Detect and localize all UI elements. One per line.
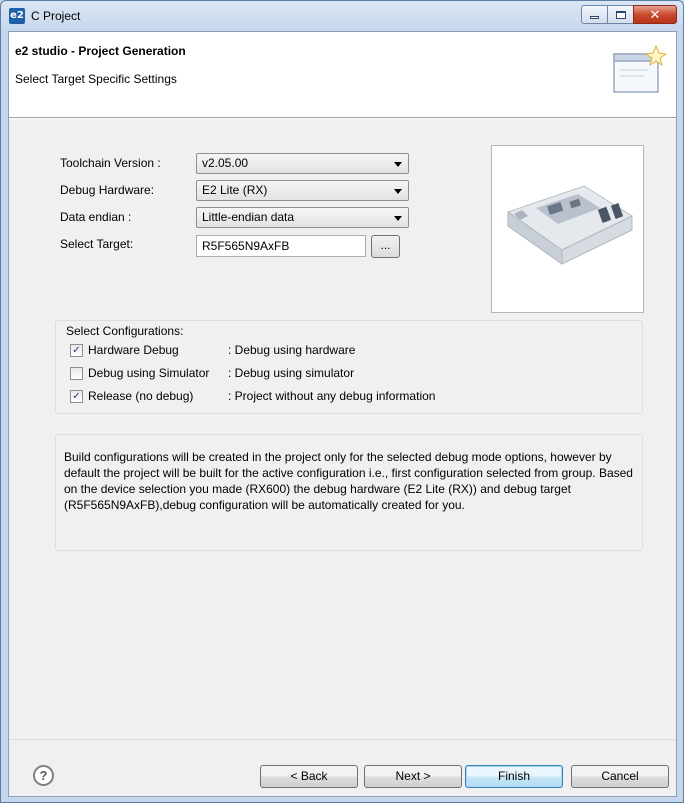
- chevron-down-icon: [394, 216, 402, 221]
- wizard-banner-icon: [613, 44, 668, 93]
- toolchain-version-label: Toolchain Version :: [60, 156, 161, 170]
- maximize-icon: [615, 10, 626, 19]
- dialog-client: e2 studio - Project Generation Select Ta…: [8, 31, 677, 797]
- select-target-label: Select Target:: [60, 237, 134, 251]
- wizard-title: e2 studio - Project Generation: [15, 44, 186, 58]
- data-endian-value: Little-endian data: [202, 210, 295, 224]
- hardware-debug-description: : Debug using hardware: [228, 343, 356, 357]
- data-endian-label: Data endian :: [60, 210, 132, 224]
- app-icon: e2: [9, 8, 25, 24]
- hardware-debug-label: Hardware Debug: [88, 343, 179, 357]
- hardware-debug-checkbox[interactable]: ✓: [70, 343, 83, 357]
- finish-button[interactable]: Finish: [465, 765, 563, 788]
- back-button[interactable]: < Back: [260, 765, 358, 788]
- app-icon-label: e2: [10, 10, 24, 21]
- help-icon[interactable]: ?: [33, 765, 54, 786]
- window-title: C Project: [31, 9, 81, 23]
- chevron-down-icon: [394, 162, 402, 167]
- debug-hardware-value: E2 Lite (RX): [202, 183, 268, 197]
- info-panel: Build configurations will be created in …: [55, 434, 643, 551]
- browse-target-button[interactable]: ...: [371, 235, 400, 258]
- minimize-button[interactable]: [581, 5, 608, 24]
- debug-simulator-label: Debug using Simulator: [88, 366, 210, 380]
- minimize-icon: [590, 16, 599, 19]
- debug-hardware-label: Debug Hardware:: [60, 183, 155, 197]
- debug-hardware-image: [491, 145, 644, 313]
- wizard-header: e2 studio - Project Generation Select Ta…: [9, 32, 676, 118]
- wizard-subtitle: Select Target Specific Settings: [15, 72, 177, 86]
- config-release[interactable]: ✓ Release (no debug): [70, 387, 193, 405]
- toolchain-version-select[interactable]: v2.05.00: [196, 153, 409, 174]
- config-hardware-debug[interactable]: ✓ Hardware Debug: [70, 341, 179, 359]
- select-target-field[interactable]: R5F565N9AxFB: [196, 235, 366, 257]
- release-description: : Project without any debug information: [228, 389, 436, 403]
- configurations-title: Select Configurations:: [64, 324, 186, 338]
- release-label: Release (no debug): [88, 389, 194, 403]
- config-debug-simulator[interactable]: Debug using Simulator: [70, 364, 209, 382]
- configurations-group: Select Configurations: ✓ Hardware Debug …: [55, 320, 643, 414]
- close-button[interactable]: ✕: [633, 5, 677, 24]
- debug-simulator-checkbox[interactable]: [70, 366, 83, 380]
- emulator-device-icon: [506, 185, 634, 265]
- wizard-page: Toolchain Version : v2.05.00 Debug Hardw…: [9, 119, 676, 739]
- debug-hardware-select[interactable]: E2 Lite (RX): [196, 180, 409, 201]
- toolchain-version-value: v2.05.00: [202, 156, 249, 170]
- chevron-down-icon: [394, 189, 402, 194]
- cancel-button[interactable]: Cancel: [571, 765, 669, 788]
- dialog-window: e2 C Project ✕ e2 studio - Project Gener…: [0, 0, 684, 803]
- info-text: Build configurations will be created in …: [64, 450, 633, 512]
- next-button[interactable]: Next >: [364, 765, 462, 788]
- button-bar: ? < Back Next > Finish Cancel: [9, 739, 676, 796]
- release-checkbox[interactable]: ✓: [70, 389, 83, 403]
- data-endian-select[interactable]: Little-endian data: [196, 207, 409, 228]
- maximize-button[interactable]: [607, 5, 634, 24]
- close-icon: ✕: [649, 6, 661, 22]
- caption-buttons: ✕: [581, 5, 677, 24]
- title-bar[interactable]: e2 C Project ✕: [1, 1, 683, 31]
- debug-simulator-description: : Debug using simulator: [228, 366, 355, 380]
